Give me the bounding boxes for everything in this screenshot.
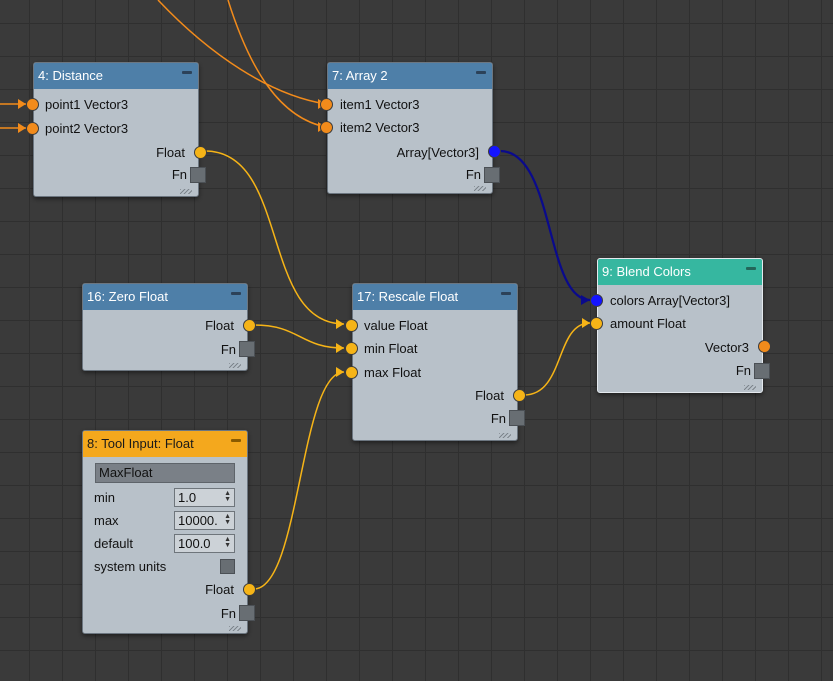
node-rescale-float[interactable]: 17: Rescale Float value Float min Float …	[345, 283, 526, 441]
port-label: Float	[205, 582, 234, 597]
node-title: 4: Distance	[38, 68, 104, 83]
node-title: 9: Blend Colors	[602, 264, 691, 279]
wire-zero-to-rescale-min	[253, 324, 345, 349]
port-label: Fn	[735, 363, 751, 378]
fn-port[interactable]	[509, 410, 525, 426]
node-header[interactable]: 8: Tool Input: Float	[83, 431, 247, 457]
node-array-2[interactable]: 7: Array 2 item1 Vector3 item2 Vector3 A…	[320, 62, 501, 194]
node-blend-colors[interactable]: 9: Blend Colors colors Array[Vector3] am…	[590, 258, 771, 393]
max-label: max	[94, 513, 119, 528]
collapse-icon[interactable]	[231, 439, 241, 442]
collapse-icon[interactable]	[182, 71, 192, 74]
default-value: 100.0	[178, 536, 211, 551]
wire-arrowhead	[336, 319, 344, 329]
wire-arrowhead	[336, 343, 344, 353]
port-label: Fn	[220, 342, 236, 357]
node-header[interactable]: 7: Array 2	[328, 63, 492, 89]
port-label: Array[Vector3]	[396, 145, 479, 160]
port-label: Fn	[465, 167, 481, 182]
port-label: Fn	[220, 606, 236, 621]
wire-arrowhead	[18, 123, 26, 133]
output-port-vector3[interactable]	[758, 340, 771, 353]
port-label: point2 Vector3	[45, 121, 129, 136]
collapse-icon[interactable]	[501, 292, 511, 295]
node-title: 8: Tool Input: Float	[87, 436, 194, 451]
output-port-float[interactable]	[243, 319, 256, 332]
port-label: colors Array[Vector3]	[610, 293, 730, 308]
wire-arrowhead	[18, 99, 26, 109]
port-label: Float	[156, 145, 185, 160]
input-port-colors[interactable]	[590, 294, 603, 307]
resize-grip-icon[interactable]	[474, 186, 486, 191]
node-header[interactable]: 16: Zero Float	[83, 284, 247, 310]
max-value: 10000.	[178, 513, 218, 528]
fn-port[interactable]	[484, 167, 500, 183]
node-header[interactable]: 17: Rescale Float	[353, 284, 517, 310]
input-port-item2[interactable]	[320, 121, 333, 134]
name-input[interactable]: MaxFloat	[95, 463, 235, 483]
wire-arrowhead	[581, 295, 590, 305]
input-port-min[interactable]	[345, 342, 358, 355]
port-label: point1 Vector3	[45, 97, 129, 112]
wire-arrowhead	[582, 318, 590, 328]
output-port-array[interactable]	[488, 145, 501, 158]
output-port-float[interactable]	[513, 389, 526, 402]
fn-port[interactable]	[239, 605, 255, 621]
resize-grip-icon[interactable]	[229, 363, 241, 368]
spinner-arrows-icon[interactable]: ▲ ▼	[224, 513, 231, 526]
resize-grip-icon[interactable]	[499, 433, 511, 438]
output-port-float[interactable]	[243, 583, 256, 596]
input-port-max[interactable]	[345, 366, 358, 379]
system-units-checkbox[interactable]	[220, 559, 235, 574]
collapse-icon[interactable]	[476, 71, 486, 74]
input-port-value[interactable]	[345, 319, 358, 332]
port-label: max Float	[364, 365, 422, 380]
node-title: 17: Rescale Float	[357, 289, 459, 304]
default-spinner[interactable]: 100.0 ▲ ▼	[174, 534, 235, 553]
port-label: value Float	[364, 318, 428, 333]
port-label: amount Float	[610, 316, 686, 331]
node-title: 7: Array 2	[332, 68, 388, 83]
port-label: Fn	[490, 411, 506, 426]
port-label: Float	[475, 388, 504, 403]
fn-port[interactable]	[190, 167, 206, 183]
resize-grip-icon[interactable]	[229, 626, 241, 631]
collapse-icon[interactable]	[746, 267, 756, 270]
default-label: default	[94, 536, 134, 551]
wire-offscreen-to-array-item2	[227, 0, 327, 128]
input-port-amount[interactable]	[590, 317, 603, 330]
port-label: Vector3	[704, 340, 749, 355]
wire-arrowhead	[336, 367, 344, 377]
node-header[interactable]: 4: Distance	[34, 63, 198, 89]
min-spinner[interactable]: 1.0 ▲ ▼	[174, 488, 235, 507]
fn-port[interactable]	[754, 363, 770, 379]
node-tool-input-float[interactable]: 8: Tool Input: Float MaxFloat min 1.0 ▲ ▼…	[82, 430, 256, 634]
wire-rescale-to-blend-amount	[523, 322, 591, 396]
spinner-arrows-icon[interactable]: ▲ ▼	[224, 490, 231, 503]
port-label: Fn	[171, 167, 187, 182]
port-label: item1 Vector3	[340, 97, 420, 112]
wire-tool-to-rescale-max	[253, 371, 345, 590]
input-port-item1[interactable]	[320, 98, 333, 111]
min-label: min	[94, 490, 115, 505]
input-port-point2[interactable]	[26, 122, 39, 135]
max-spinner[interactable]: 10000. ▲ ▼	[174, 511, 235, 530]
min-value: 1.0	[178, 490, 197, 505]
resize-grip-icon[interactable]	[744, 385, 756, 390]
spinner-arrows-icon[interactable]: ▲ ▼	[224, 536, 231, 549]
port-label: Float	[205, 318, 234, 333]
node-header[interactable]: 9: Blend Colors	[598, 259, 762, 285]
resize-grip-icon[interactable]	[180, 189, 192, 194]
port-label: min Float	[364, 341, 418, 356]
node-title: 16: Zero Float	[87, 289, 168, 304]
collapse-icon[interactable]	[231, 292, 241, 295]
input-port-point1[interactable]	[26, 98, 39, 111]
fn-port[interactable]	[239, 341, 255, 357]
wire-array-to-blend-colors	[499, 149, 591, 302]
system-units-label: system units	[94, 559, 167, 574]
output-port-float[interactable]	[194, 146, 207, 159]
node-distance[interactable]: 4: Distance point1 Vector3 point2 Vector…	[26, 62, 207, 197]
node-zero-float[interactable]: 16: Zero Float Float Fn	[82, 283, 256, 371]
port-label: item2 Vector3	[340, 120, 420, 135]
